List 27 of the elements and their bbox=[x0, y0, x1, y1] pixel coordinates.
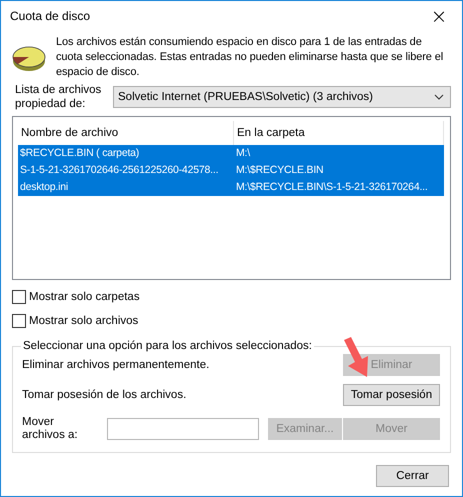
chevron-down-icon bbox=[434, 94, 444, 100]
table-cell-text: M:\$RECYCLE.BIN bbox=[235, 163, 324, 178]
checkbox[interactable] bbox=[12, 314, 26, 328]
file-row[interactable]: $RECYCLE.BIN ( carpeta) M:\ bbox=[18, 145, 444, 162]
table-cell-text: S-1-5-21-3261702646-2561225260-42578... bbox=[19, 163, 220, 178]
checkbox-label: Mostrar solo archivos bbox=[29, 315, 138, 327]
group-legend: Seleccionar una opción para los archivos seleccionados: bbox=[21, 340, 314, 352]
table-cell-text: M:\$RECYCLE.BIN\S-1-5-21-326170264... bbox=[235, 180, 429, 195]
destination-field[interactable] bbox=[107, 418, 259, 440]
table-cell-text: desktop.ini bbox=[19, 180, 69, 195]
option-label: Tomar posesión de los archivos. bbox=[22, 389, 186, 401]
window-title: Cuota de disco bbox=[10, 9, 90, 23]
option-label: Mover archivos a: bbox=[22, 416, 79, 442]
close-dialog-button[interactable]: Cerrar bbox=[376, 465, 449, 487]
file-row[interactable]: desktop.ini M:\$RECYCLE.BIN\S-1-5-21-326170264... bbox=[18, 179, 444, 196]
info-message: Los archivos están consumiendo espacio en disco para 1 de las entradas de cuota seleccionadas. Estas entradas no pueden eliminarse hasta que se libere el espacio de disco. bbox=[56, 35, 444, 80]
checkbox-label: Mostrar solo carpetas bbox=[29, 291, 140, 303]
file-row[interactable]: S-1-5-21-3261702646-2561225260-42578... M:\$RECYCLE.BIN bbox=[18, 162, 444, 179]
disk-quota-icon bbox=[12, 44, 46, 72]
option-label: Eliminar archivos permanentemente. bbox=[22, 359, 210, 371]
close-button[interactable]: × bbox=[416, 1, 462, 31]
owner-label: Lista de archivos propiedad de: bbox=[14, 83, 102, 111]
table-cell-text: M:\ bbox=[235, 146, 251, 161]
owner-dropdown[interactable]: Solvetic Internet (PRUEBAS\Solvetic) (3 archivos) bbox=[113, 86, 451, 108]
table-cell-text: $RECYCLE.BIN ( carpeta) bbox=[19, 146, 140, 161]
checkbox[interactable] bbox=[12, 290, 26, 304]
take-ownership-button[interactable]: Tomar posesión bbox=[343, 384, 440, 406]
